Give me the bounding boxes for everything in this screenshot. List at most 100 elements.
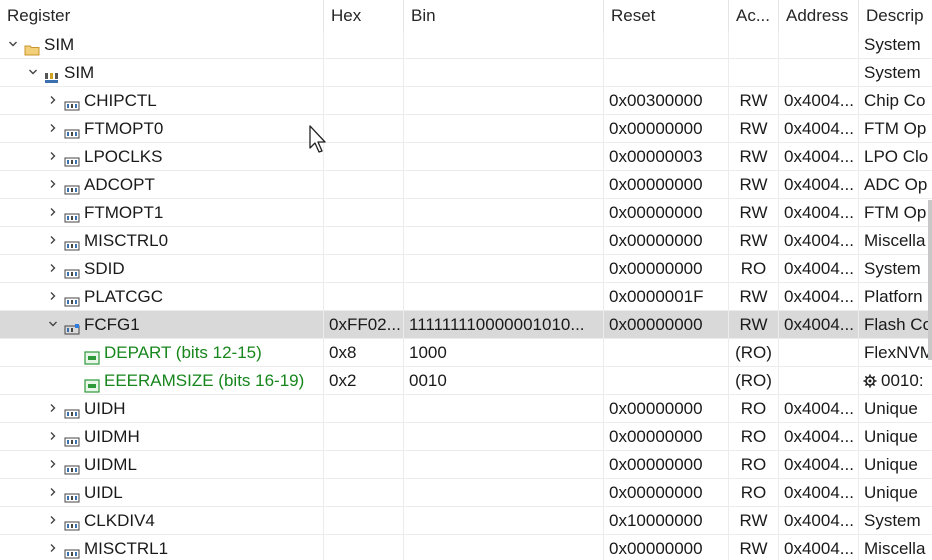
hex-value[interactable] — [324, 115, 404, 143]
chevron-right-icon[interactable] — [48, 459, 58, 469]
hex-value[interactable] — [324, 479, 404, 507]
bin-value[interactable]: 0010 — [404, 367, 604, 395]
bin-value[interactable] — [404, 199, 604, 227]
hex-value[interactable] — [324, 283, 404, 311]
hex-value[interactable] — [324, 227, 404, 255]
bin-value[interactable]: 111111110000001010... — [404, 311, 604, 339]
table-row[interactable]: UIDML 0x00000000 RO 0x4004... Unique — [0, 451, 932, 479]
chevron-down-icon[interactable] — [48, 319, 58, 329]
gear-icon[interactable] — [863, 369, 877, 388]
bin-value[interactable]: 1000 — [404, 339, 604, 367]
table-row[interactable]: SDID 0x00000000 RO 0x4004... System — [0, 255, 932, 283]
register-cell[interactable]: MISCTRL1 — [0, 535, 324, 560]
hex-value[interactable] — [324, 171, 404, 199]
chevron-right-icon[interactable] — [48, 263, 58, 273]
hex-value[interactable] — [324, 199, 404, 227]
register-cell[interactable]: EEERAMSIZE (bits 16-19) — [0, 367, 324, 395]
register-cell[interactable]: ADCOPT — [0, 171, 324, 199]
table-row[interactable]: MISCTRL0 0x00000000 RW 0x4004... Miscella — [0, 227, 932, 255]
chevron-right-icon[interactable] — [48, 403, 58, 413]
register-cell[interactable]: FTMOPT0 — [0, 115, 324, 143]
hex-value[interactable] — [324, 451, 404, 479]
chevron-down-icon[interactable] — [28, 67, 38, 77]
bin-value[interactable] — [404, 255, 604, 283]
register-cell[interactable]: SIM — [0, 59, 324, 87]
bin-value[interactable] — [404, 143, 604, 171]
column-header-register[interactable]: Register — [0, 0, 324, 31]
table-row[interactable]: UIDL 0x00000000 RO 0x4004... Unique — [0, 479, 932, 507]
chevron-right-icon[interactable] — [48, 235, 58, 245]
hex-value[interactable] — [324, 395, 404, 423]
bin-value[interactable] — [404, 423, 604, 451]
table-row[interactable]: ADCOPT 0x00000000 RW 0x4004... ADC Op — [0, 171, 932, 199]
table-row[interactable]: FTMOPT0 0x00000000 RW 0x4004... FTM Op — [0, 115, 932, 143]
bin-value[interactable] — [404, 451, 604, 479]
chevron-right-icon[interactable] — [48, 487, 58, 497]
table-row[interactable]: FTMOPT1 0x00000000 RW 0x4004... FTM Op — [0, 199, 932, 227]
table-row[interactable]: UIDMH 0x00000000 RO 0x4004... Unique — [0, 423, 932, 451]
chevron-down-icon[interactable] — [8, 39, 18, 49]
register-cell[interactable]: CHIPCTL — [0, 87, 324, 115]
column-header-reset[interactable]: Reset — [604, 0, 729, 31]
chevron-right-icon[interactable] — [48, 543, 58, 553]
chevron-right-icon[interactable] — [48, 291, 58, 301]
bin-value[interactable] — [404, 535, 604, 560]
chevron-right-icon[interactable] — [48, 179, 58, 189]
bin-value[interactable] — [404, 115, 604, 143]
hex-value[interactable]: 0x8 — [324, 339, 404, 367]
column-header-description[interactable]: Descrip — [859, 0, 932, 31]
chevron-right-icon[interactable] — [48, 123, 58, 133]
column-header-access[interactable]: Ac... — [729, 0, 779, 31]
hex-value[interactable]: 0x2 — [324, 367, 404, 395]
table-row[interactable]: MISCTRL1 0x00000000 RW 0x4004... Miscella — [0, 535, 932, 560]
chevron-right-icon[interactable] — [48, 95, 58, 105]
bin-value[interactable] — [404, 87, 604, 115]
bin-value[interactable] — [404, 171, 604, 199]
bin-value[interactable] — [404, 479, 604, 507]
table-row[interactable]: PLATCGC 0x0000001F RW 0x4004... Platforn — [0, 283, 932, 311]
table-row[interactable]: DEPART (bits 12-15) 0x8 1000 (RO) FlexNVM — [0, 339, 932, 367]
bin-value[interactable] — [404, 31, 604, 59]
chevron-right-icon[interactable] — [48, 207, 58, 217]
table-row[interactable]: LPOCLKS 0x00000003 RW 0x4004... LPO Clo — [0, 143, 932, 171]
register-cell[interactable]: CLKDIV4 — [0, 507, 324, 535]
bin-value[interactable] — [404, 507, 604, 535]
register-cell[interactable]: SIM — [0, 31, 324, 59]
bin-value[interactable] — [404, 395, 604, 423]
table-row[interactable]: SIM System — [0, 59, 932, 87]
vertical-scrollbar[interactable] — [928, 200, 932, 360]
register-cell[interactable]: MISCTRL0 — [0, 227, 324, 255]
hex-value[interactable] — [324, 87, 404, 115]
register-cell[interactable]: UIDML — [0, 451, 324, 479]
register-cell[interactable]: PLATCGC — [0, 283, 324, 311]
table-row[interactable]: UIDH 0x00000000 RO 0x4004... Unique — [0, 395, 932, 423]
register-cell[interactable]: LPOCLKS — [0, 143, 324, 171]
register-cell[interactable]: FCFG1 — [0, 311, 324, 339]
bin-value[interactable] — [404, 283, 604, 311]
register-cell[interactable]: UIDMH — [0, 423, 324, 451]
column-header-address[interactable]: Address — [779, 0, 859, 31]
hex-value[interactable] — [324, 423, 404, 451]
chevron-right-icon[interactable] — [48, 151, 58, 161]
chevron-right-icon[interactable] — [48, 515, 58, 525]
hex-value[interactable] — [324, 507, 404, 535]
hex-value[interactable]: 0xFF02... — [324, 311, 404, 339]
table-row[interactable]: CLKDIV4 0x10000000 RW 0x4004... System — [0, 507, 932, 535]
register-cell[interactable]: DEPART (bits 12-15) — [0, 339, 324, 367]
chevron-right-icon[interactable] — [48, 431, 58, 441]
bin-value[interactable] — [404, 59, 604, 87]
register-cell[interactable]: FTMOPT1 — [0, 199, 324, 227]
table-row[interactable]: FCFG1 0xFF02... 111111110000001010... 0x000… — [0, 311, 932, 339]
table-row[interactable]: CHIPCTL 0x00300000 RW 0x4004... Chip Co — [0, 87, 932, 115]
table-row[interactable]: SIM System — [0, 31, 932, 59]
hex-value[interactable] — [324, 143, 404, 171]
bin-value[interactable] — [404, 227, 604, 255]
register-cell[interactable]: UIDL — [0, 479, 324, 507]
hex-value[interactable] — [324, 59, 404, 87]
column-header-bin[interactable]: Bin — [404, 0, 604, 31]
column-header-hex[interactable]: Hex — [324, 0, 404, 31]
hex-value[interactable] — [324, 31, 404, 59]
hex-value[interactable] — [324, 255, 404, 283]
register-cell[interactable]: UIDH — [0, 395, 324, 423]
table-row[interactable]: EEERAMSIZE (bits 16-19) 0x2 0010 (RO) 0010: — [0, 367, 932, 395]
